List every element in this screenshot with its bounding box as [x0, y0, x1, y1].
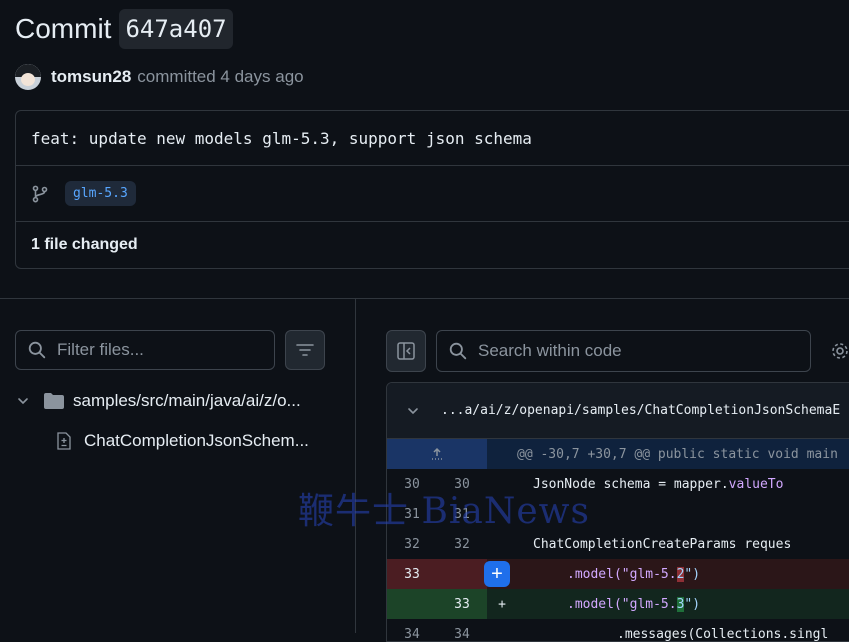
chevron-down-icon [18, 398, 28, 405]
expand-up-button[interactable] [387, 439, 487, 469]
gear-icon[interactable] [830, 341, 849, 361]
new-line-number[interactable]: 33 [437, 597, 487, 612]
files-changed-count: 1 file changed [31, 236, 138, 253]
commit-sha-badge[interactable]: 647a407 [119, 9, 233, 49]
author-row: tomsun28 committed 4 days ago [15, 64, 304, 90]
commit-time: committed 4 days ago [137, 67, 304, 86]
search-icon [449, 342, 467, 360]
new-line-number[interactable]: 34 [437, 627, 487, 642]
section-divider [0, 298, 849, 299]
diff-line: 34 34 .messages(Collections.singl [387, 619, 849, 642]
filter-files-input[interactable]: Filter files... [15, 330, 275, 370]
diff-line-added: 33 + .model("glm-5.3") [387, 589, 849, 619]
new-line-number[interactable]: 32 [437, 537, 487, 552]
commit-message: feat: update new models glm-5.3, support… [16, 111, 849, 166]
diff-line-deleted: 33 + .model("glm-5.2") [387, 559, 849, 589]
avatar[interactable] [15, 64, 41, 90]
git-branch-icon [32, 185, 48, 202]
filter-options-button[interactable] [285, 330, 325, 370]
pane-divider[interactable] [355, 299, 356, 633]
code-text: ChatCompletionCreateParams reques [533, 536, 792, 552]
code-text: .messages(Collections.singl [617, 626, 829, 642]
search-code-placeholder: Search within code [478, 341, 622, 360]
diff-hunk-header: @@ -30,7 +30,7 @@ public static void mai… [387, 439, 849, 469]
old-line-number[interactable]: 32 [387, 537, 437, 552]
plus-icon: + [491, 562, 503, 585]
code-text: .model("glm-5.2") [567, 566, 701, 582]
watermark: 鞭牛士 BiaNews [298, 491, 590, 532]
diff-sign: + [498, 596, 506, 612]
folder-icon [44, 393, 64, 409]
chevron-down-icon[interactable] [405, 403, 421, 419]
tree-file-item[interactable]: ChatCompletionJsonSchem... [55, 426, 309, 456]
search-icon [28, 341, 46, 359]
add-comment-button[interactable]: + [484, 561, 510, 587]
filter-placeholder: Filter files... [57, 340, 144, 359]
file-diff-icon [57, 432, 71, 450]
author-link[interactable]: tomsun28 [51, 67, 131, 87]
diff-file-path[interactable]: ...a/ai/z/openapi/samples/ChatCompletion… [441, 403, 840, 418]
branch-badge[interactable]: glm-5.3 [65, 181, 136, 206]
old-line-number[interactable]: 33 [387, 567, 437, 582]
sidebar-collapse-icon [397, 342, 415, 360]
commit-summary-box: feat: update new models glm-5.3, support… [15, 110, 849, 269]
search-code-input[interactable]: Search within code [436, 330, 811, 372]
tree-folder-item[interactable]: samples/src/main/java/ai/z/o... [15, 386, 301, 416]
hunk-text: @@ -30,7 +30,7 @@ public static void mai… [517, 446, 838, 462]
diff-file-header[interactable]: ...a/ai/z/openapi/samples/ChatCompletion… [387, 383, 849, 439]
file-label: ChatCompletionJsonSchem... [84, 431, 309, 450]
folder-label: samples/src/main/java/ai/z/o... [73, 391, 301, 410]
page-title: Commit [15, 13, 112, 44]
toggle-file-tree-button[interactable] [386, 330, 426, 372]
expand-up-icon [432, 447, 442, 460]
commit-title: Commit 647a407 [15, 6, 233, 52]
filter-icon [296, 344, 314, 356]
old-line-number[interactable]: 34 [387, 627, 437, 642]
branch-row: glm-5.3 [16, 166, 849, 222]
code-text: .model("glm-5.3") [567, 596, 701, 612]
